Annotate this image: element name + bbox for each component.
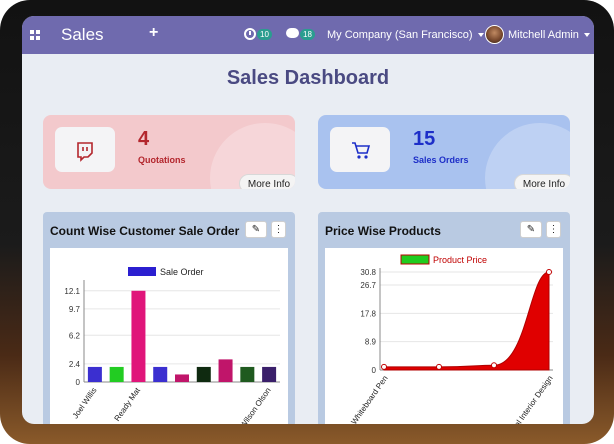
- area-chart-container: Product Price 0 8.9 17.8 26.7 30.8 Whiteboard …: [325, 248, 563, 424]
- legend-label: Sale Order: [160, 267, 204, 277]
- apps-menu-icon[interactable]: [30, 30, 40, 40]
- more-options-icon[interactable]: ⋮: [271, 221, 286, 238]
- customer-sale-order-panel: Count Wise Customer Sale Order ✎ ⋮ Sale …: [43, 212, 295, 424]
- panel-title: Price Wise Products: [325, 224, 441, 238]
- legend-swatch: [128, 267, 156, 276]
- sales-orders-card: 15 Sales Orders More Info: [318, 115, 570, 189]
- messages-badge: 18: [300, 29, 315, 40]
- y-tick-label: 2.4: [69, 360, 81, 369]
- company-switcher[interactable]: My Company (San Francisco): [327, 29, 484, 41]
- y-tick-label: 30.8: [360, 268, 376, 277]
- quotations-card: 4 Quotations More Info: [43, 115, 295, 189]
- sales-orders-more-info-button[interactable]: More Info: [514, 174, 570, 189]
- twitch-icon-box: [55, 127, 115, 172]
- bar: [240, 366, 255, 382]
- y-tick-label: 6.2: [69, 331, 81, 340]
- y-tick-label: 17.8: [360, 309, 376, 318]
- legend-label: Product Price: [433, 255, 487, 265]
- data-point: [546, 269, 552, 275]
- plus-icon[interactable]: +: [149, 24, 158, 42]
- data-point: [381, 363, 387, 370]
- company-name: My Company (San Francisco): [327, 29, 473, 41]
- top-navbar: Sales + 10 18 My Company (San Francisco)…: [22, 16, 594, 54]
- activity-badge: 10: [257, 29, 272, 40]
- user-name: Mitchell Admin: [508, 29, 579, 41]
- bar-chart: Sale Order 0 2.4 6.2 9.7 12.1 Joel Willis Ready…: [64, 267, 280, 424]
- x-tick-label: Whiteboard Pen: [349, 374, 389, 424]
- page-title: Sales Dashboard: [226, 67, 390, 89]
- clock-icon[interactable]: [244, 28, 256, 40]
- chevron-down-icon: [477, 33, 484, 38]
- more-options-icon[interactable]: ⋮: [546, 221, 561, 238]
- bar: [218, 359, 233, 382]
- app-title[interactable]: Sales: [61, 25, 104, 45]
- y-tick-label: 26.7: [360, 281, 376, 290]
- bar: [262, 366, 277, 382]
- y-tick-label: 9.7: [69, 305, 81, 314]
- twitch-icon: [77, 142, 93, 162]
- sales-orders-label: Sales Orders: [413, 155, 469, 165]
- y-tick-label: 12.1: [64, 287, 80, 296]
- quotations-more-info-button[interactable]: More Info: [239, 174, 295, 189]
- product-price-panel: Price Wise Products ✎ ⋮ Product Price 0 8.…: [318, 212, 570, 424]
- bar-chart-container: Sale Order 0 2.4 6.2 9.7 12.1 Joel Willis Ready…: [50, 248, 288, 424]
- app-screen: Sales + 10 18 My Company (San Francisco)…: [22, 16, 594, 424]
- panel-title: Count Wise Customer Sale Order: [50, 224, 240, 238]
- data-point: [491, 362, 497, 369]
- x-tick-label: Ready Mat: [113, 385, 143, 422]
- cart-icon: [352, 142, 371, 159]
- chat-icon[interactable]: [286, 28, 299, 38]
- quotations-label: Quotations: [138, 155, 186, 165]
- sales-orders-count: 15: [413, 128, 436, 150]
- x-tick-label: Virtual Interior Design: [503, 374, 554, 424]
- quotations-count: 4: [138, 128, 150, 150]
- bar: [109, 366, 124, 382]
- bar: [87, 366, 102, 382]
- y-tick-label: 0: [372, 366, 377, 375]
- x-tick-label: Wilson Olson: [238, 386, 272, 424]
- bar: [153, 366, 168, 382]
- chevron-down-icon: [583, 33, 590, 38]
- x-tick-label: Joel Willis: [71, 386, 99, 420]
- avatar[interactable]: [485, 25, 504, 44]
- legend-swatch: [400, 254, 430, 265]
- bar: [175, 374, 189, 382]
- y-tick-label: 8.9: [365, 338, 377, 347]
- tablet-frame: Sales + 10 18 My Company (San Francisco)…: [0, 0, 614, 444]
- bar: [131, 290, 146, 382]
- bar: [196, 366, 211, 382]
- data-point: [436, 363, 442, 370]
- y-tick-label: 0: [76, 378, 81, 387]
- brush-icon[interactable]: ✎: [245, 221, 267, 238]
- area-series: [383, 271, 550, 371]
- cart-icon-box: [330, 127, 390, 172]
- user-menu[interactable]: Mitchell Admin: [508, 29, 590, 41]
- area-chart: Product Price 0 8.9 17.8 26.7 30.8 Whiteboard …: [349, 254, 555, 424]
- brush-icon[interactable]: ✎: [520, 221, 542, 238]
